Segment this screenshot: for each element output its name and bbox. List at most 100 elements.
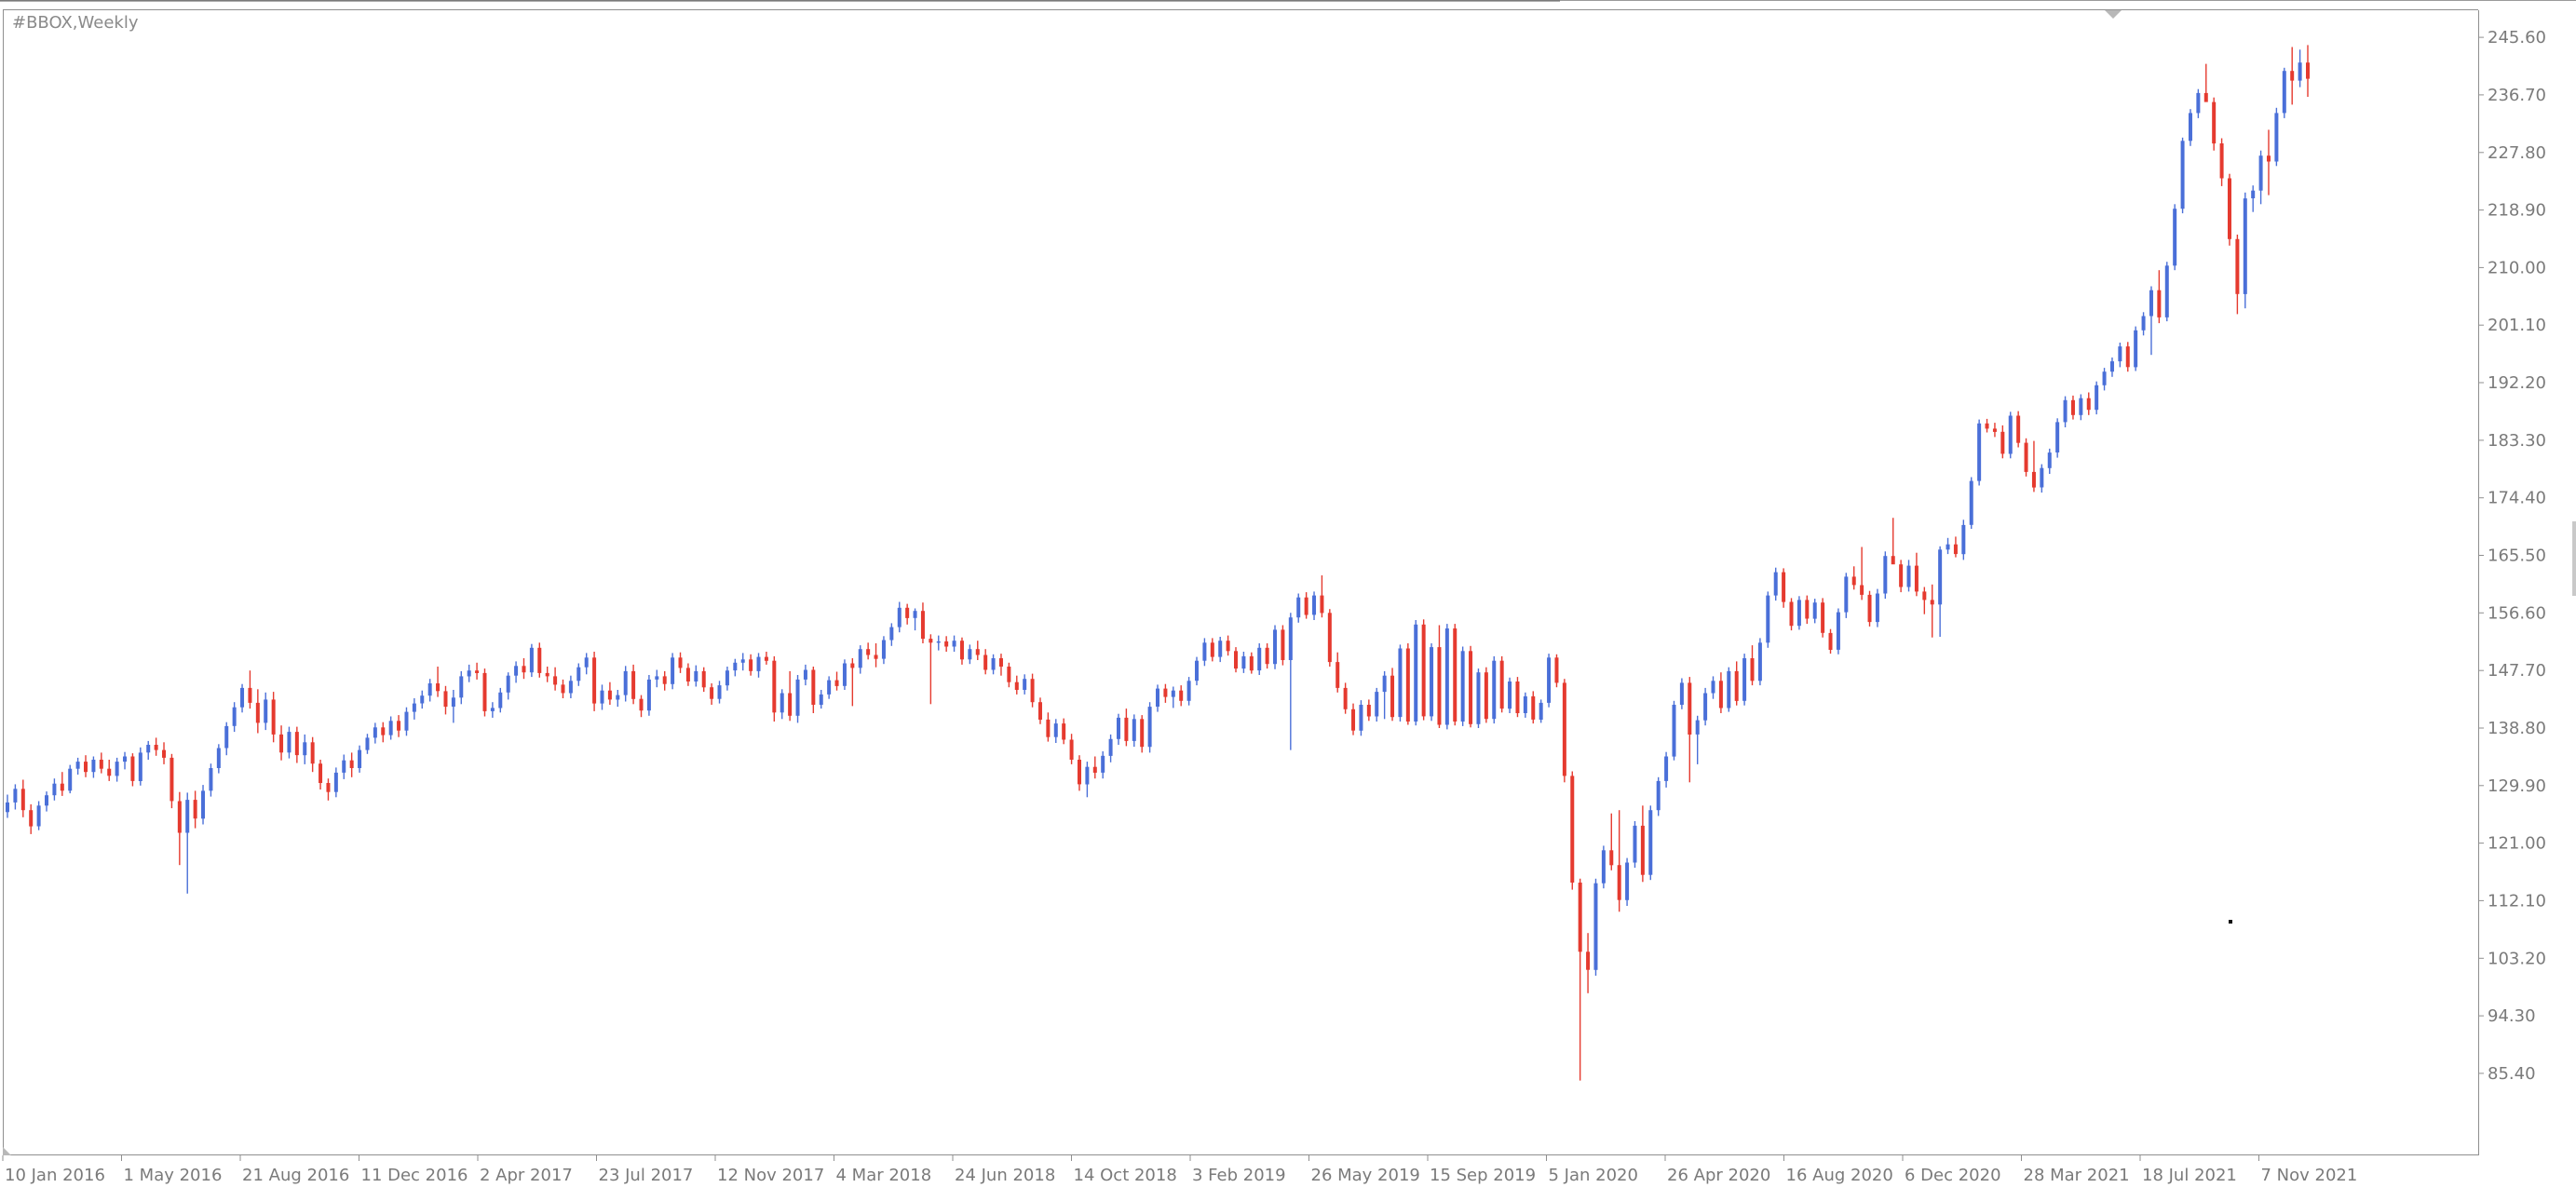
candle-body <box>1734 670 1739 701</box>
candle-body <box>1727 670 1731 708</box>
candle-body <box>2040 467 2044 488</box>
candle-body <box>2290 71 2295 81</box>
candle <box>326 778 331 801</box>
candle-body <box>725 670 729 686</box>
candle-body <box>1718 681 1723 708</box>
candle-body <box>381 727 386 735</box>
candle-body <box>1742 658 1747 701</box>
candle <box>584 653 589 675</box>
price-tick-label: 210.00 <box>2488 258 2546 277</box>
candle <box>1304 592 1308 619</box>
candle <box>764 652 768 665</box>
candle <box>733 658 738 677</box>
candle <box>545 667 549 682</box>
candle <box>381 722 386 743</box>
candle-body <box>944 641 949 647</box>
candle-body <box>1265 647 1269 665</box>
candle-body <box>616 695 620 700</box>
candle-body <box>1539 702 1543 720</box>
candle <box>2070 395 2075 420</box>
candle <box>646 675 651 716</box>
candle <box>1554 654 1559 688</box>
candle-body <box>2031 471 2036 488</box>
candle-body <box>459 676 464 698</box>
time-tick-label: 7 Nov 2021 <box>2261 1166 2358 1185</box>
candle <box>1108 734 1113 762</box>
candle <box>75 757 80 775</box>
candle-body <box>1375 692 1379 717</box>
candle-body <box>2024 442 2028 472</box>
candle <box>358 745 362 773</box>
candle-body <box>467 670 471 677</box>
candle <box>1265 643 1269 669</box>
candle <box>45 791 49 812</box>
candle-body <box>216 748 221 768</box>
candle <box>1484 667 1488 723</box>
candle-body <box>1288 617 1293 660</box>
candle <box>1069 734 1074 764</box>
candle-body <box>154 745 158 750</box>
candle <box>780 689 784 720</box>
candle <box>1938 546 1943 637</box>
candle-body <box>983 654 988 670</box>
candle <box>427 679 432 702</box>
candle <box>1593 878 1598 976</box>
candle-body <box>1453 628 1457 722</box>
candle <box>1101 751 1105 779</box>
candle <box>2125 342 2130 372</box>
candle-body <box>1953 544 1958 555</box>
candle-body <box>2095 385 2099 411</box>
candle-body <box>1234 651 1239 669</box>
candle <box>1640 805 1645 883</box>
price-tick-label: 147.70 <box>2488 661 2546 681</box>
price-tick-label: 121.00 <box>2488 834 2546 854</box>
price-tick-label: 245.60 <box>2488 28 2546 47</box>
candle <box>1796 596 1801 630</box>
candle-body <box>1069 739 1074 760</box>
candle <box>866 642 871 660</box>
candle-body <box>2000 431 2005 454</box>
candle <box>412 698 416 720</box>
candle-body <box>342 760 346 773</box>
candle <box>1421 619 1426 721</box>
candle <box>929 634 933 705</box>
candle-body <box>1562 682 1566 776</box>
candle <box>1672 700 1676 761</box>
candle-body <box>279 734 284 753</box>
candle-body <box>1812 602 1817 619</box>
candle <box>1359 700 1363 736</box>
time-axis: 10 Jan 2016 1 May 2016 21 Aug 2016 11 Dec 2… <box>2 1155 2358 1185</box>
candle-body <box>1281 629 1285 660</box>
candle <box>216 744 221 774</box>
candle <box>6 794 9 818</box>
candle-body <box>568 681 573 694</box>
candle-body <box>717 685 722 699</box>
candle-body <box>29 810 34 827</box>
candle-body <box>2164 265 2169 317</box>
candle-body <box>388 721 393 735</box>
candle <box>1742 654 1747 706</box>
candle <box>1037 697 1042 724</box>
candle-body <box>1437 647 1442 725</box>
candle <box>2180 137 2185 214</box>
candle-body <box>1782 572 1786 602</box>
candle <box>342 754 346 779</box>
candle <box>819 690 823 709</box>
candle-body <box>1711 681 1715 694</box>
candle-body <box>130 756 135 781</box>
candle <box>2047 448 2052 474</box>
candle <box>834 671 839 691</box>
candle <box>1335 652 1340 693</box>
candle-body <box>91 760 96 773</box>
chart-shift-marker[interactable] <box>2105 10 2122 19</box>
candle <box>1805 595 1810 625</box>
candlestick-chart[interactable]: 245.60 236.70 227.80 218.90 210.00 201.10 192.… <box>0 0 2576 1201</box>
candle <box>1601 845 1606 889</box>
candle-body <box>600 690 604 704</box>
candle <box>1727 667 1731 712</box>
candle <box>1492 655 1497 724</box>
candle-body <box>107 768 112 776</box>
candle <box>2188 109 2192 146</box>
candle-body <box>1805 600 1810 619</box>
candle-body <box>678 657 683 668</box>
